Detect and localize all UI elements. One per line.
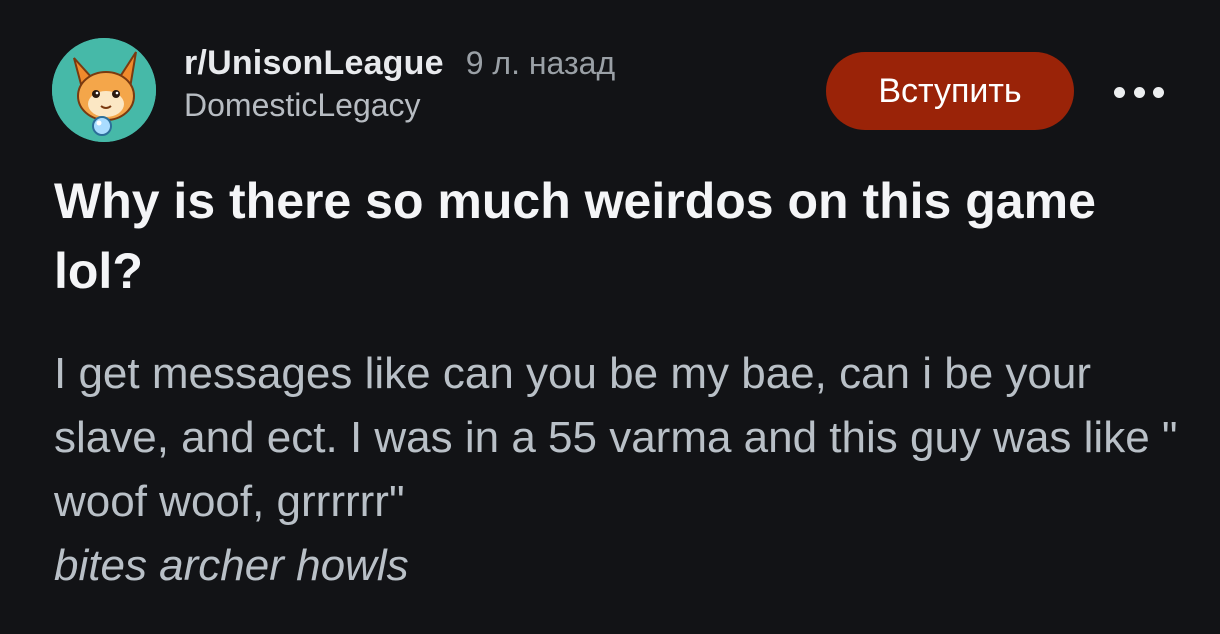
subreddit-name[interactable]: r/UnisonLeague — [184, 44, 444, 83]
author-name[interactable]: DomesticLegacy — [184, 87, 615, 124]
post-card: r/UnisonLeague 9 л. назад DomesticLegacy… — [0, 0, 1220, 634]
more-dot — [1114, 86, 1125, 98]
post-meta: r/UnisonLeague 9 л. назад DomesticLegacy — [184, 44, 615, 124]
subreddit-avatar-icon[interactable] — [52, 38, 156, 142]
post-title[interactable]: Why is there so much weirdos on this gam… — [54, 166, 1174, 306]
post-body-text: I get messages like can you be my bae, c… — [54, 349, 1178, 526]
more-options-icon[interactable] — [1114, 80, 1164, 104]
join-button[interactable]: Вступить — [826, 52, 1074, 130]
post-meta-top: r/UnisonLeague 9 л. назад — [184, 44, 615, 83]
more-dot — [1133, 86, 1145, 98]
post-timestamp: 9 л. назад — [465, 45, 616, 81]
post-body-italic: bites archer howls — [54, 541, 409, 590]
more-dot — [1153, 86, 1164, 98]
post-body[interactable]: I get messages like can you be my bae, c… — [54, 342, 1184, 598]
